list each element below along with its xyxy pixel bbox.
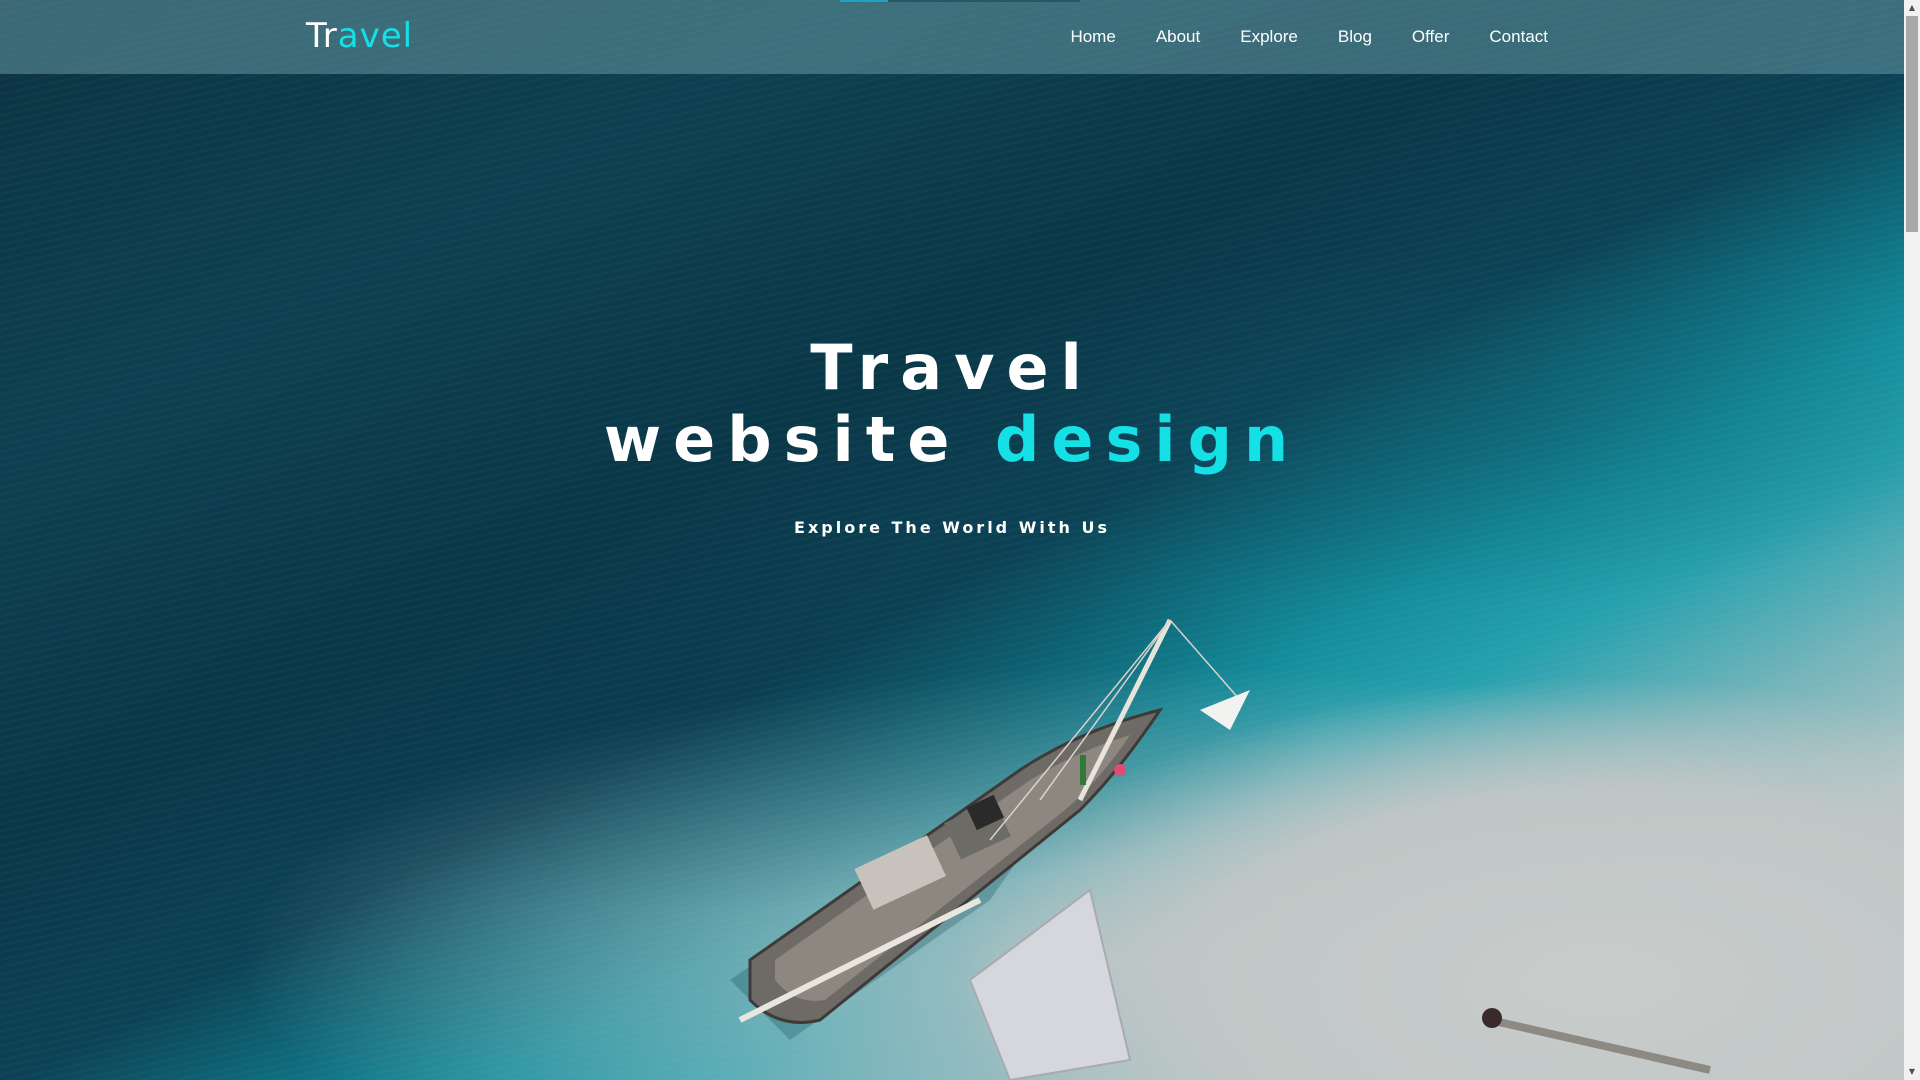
brand-logo[interactable]: Travel	[306, 16, 413, 56]
loading-indicator	[840, 0, 1080, 2]
hero-subtitle: Explore The World With Us	[794, 518, 1110, 537]
arrow-up-icon[interactable]: ▲	[1904, 0, 1920, 16]
nav-about[interactable]: About	[1136, 0, 1220, 74]
brand-logo-part2: avel	[337, 16, 414, 56]
nav-explore[interactable]: Explore	[1220, 0, 1318, 74]
arrow-down-icon[interactable]: ▼	[1904, 1064, 1920, 1080]
hero-title-line2-accent: design	[995, 403, 1301, 476]
navbar: Travel Home About Explore Blog Offer Con…	[0, 0, 1904, 74]
nav-home[interactable]: Home	[1050, 0, 1135, 74]
scrollbar-thumb[interactable]	[1906, 16, 1918, 232]
main-nav: Home About Explore Blog Offer Contact	[1050, 0, 1568, 74]
hero-title-line2-part1: website	[603, 403, 996, 476]
nav-offer[interactable]: Offer	[1392, 0, 1469, 74]
hero-content: Travel website design Explore The World …	[0, 332, 1904, 538]
page: Travel Home About Explore Blog Offer Con…	[0, 0, 1920, 1080]
nav-contact[interactable]: Contact	[1469, 0, 1568, 74]
brand-logo-part1: Tr	[306, 16, 338, 56]
driftwood-image	[1482, 1008, 1711, 1074]
boat-image	[730, 618, 1250, 1080]
loading-indicator-accent	[840, 0, 888, 2]
hero-title: Travel website design	[0, 332, 1904, 476]
nav-blog[interactable]: Blog	[1318, 0, 1392, 74]
hero-title-line1: Travel	[810, 331, 1094, 404]
page-scrollbar[interactable]: ▲ ▼	[1904, 0, 1920, 1080]
